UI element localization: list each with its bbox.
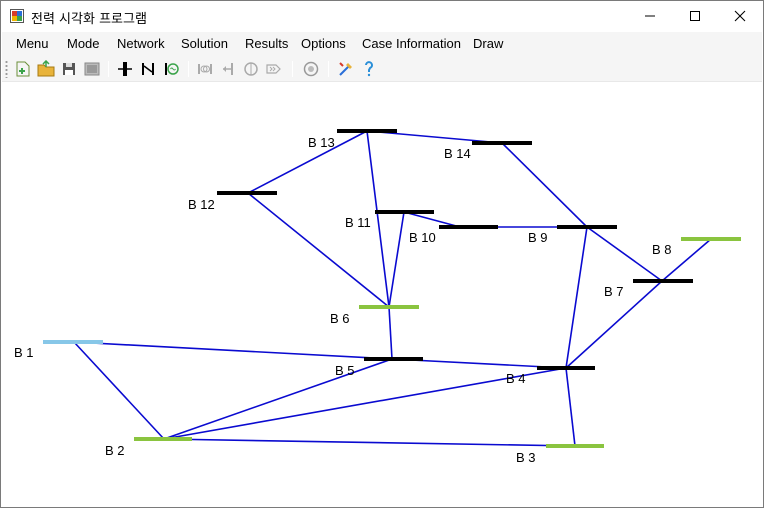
tools-icon[interactable]: [337, 60, 355, 78]
bus-b9-label: B 9: [528, 230, 548, 245]
bus-b4-label: B 4: [506, 371, 526, 386]
open-folder-icon[interactable]: [37, 60, 55, 78]
app-icon: [10, 9, 24, 23]
menu-menu[interactable]: Menu: [16, 36, 49, 51]
toolbar-separator: [292, 61, 293, 77]
close-button[interactable]: [717, 1, 763, 31]
menu-bar: Menu Mode Network Solution Results Optio…: [2, 32, 762, 56]
shunt-icon[interactable]: [242, 60, 260, 78]
branch-b1-b2[interactable]: [73, 341, 165, 440]
bus-b6-label: B 6: [330, 311, 350, 326]
bus-b13-label: B 13: [308, 135, 335, 150]
branch-b5-b6[interactable]: [388, 306, 393, 360]
bus-b2-label: B 2: [105, 443, 125, 458]
bus-b12-label: B 12: [188, 197, 215, 212]
bus-b11-label: B 11: [345, 215, 371, 230]
bus-icon[interactable]: [116, 60, 134, 78]
line-icon[interactable]: [139, 60, 157, 78]
load-icon[interactable]: [219, 60, 237, 78]
close-icon: [734, 10, 746, 22]
menu-mode[interactable]: Mode: [67, 36, 100, 51]
branch-b4-b9[interactable]: [565, 226, 588, 369]
bus-b8-label: B 8: [652, 242, 672, 257]
menu-solution[interactable]: Solution: [181, 36, 228, 51]
generator-icon[interactable]: [162, 60, 180, 78]
branch-b7-b9[interactable]: [586, 226, 663, 282]
branch-b9-b14[interactable]: [501, 142, 588, 228]
title-bar: 전력 시각화 프로그램: [1, 1, 763, 31]
branch-b6-b11[interactable]: [388, 211, 405, 308]
network-canvas[interactable]: B 1 B 2 B 3 B 4 B 5 B 6 B 7 B 8 B 9 B 10 B 11 B 12 B…: [2, 83, 762, 507]
branch-b2-b5[interactable]: [163, 358, 393, 440]
toolbar-grip[interactable]: [5, 60, 8, 78]
toolbar: [2, 56, 762, 82]
transformer-icon[interactable]: [196, 60, 214, 78]
app-window: 전력 시각화 프로그램 Menu Mode Network Solution R…: [0, 0, 764, 508]
branch-b3-b4[interactable]: [565, 367, 576, 447]
switch-icon[interactable]: [265, 60, 283, 78]
bus-b7-label: B 7: [604, 284, 624, 299]
maximize-button[interactable]: [672, 1, 718, 31]
save-icon[interactable]: [60, 60, 78, 78]
help-icon[interactable]: [360, 60, 378, 78]
branch-b10-b11[interactable]: [403, 211, 461, 228]
bus-b5-label: B 5: [335, 363, 355, 378]
minimize-button[interactable]: [627, 1, 673, 31]
window-title: 전력 시각화 프로그램: [31, 12, 147, 27]
bus-b10-label: B 10: [409, 230, 436, 245]
new-file-icon[interactable]: [14, 60, 32, 78]
bus-b3-label: B 3: [516, 450, 536, 465]
branch-b2-b3[interactable]: [163, 438, 576, 447]
bus-b14-label: B 14: [444, 146, 471, 161]
settings-icon[interactable]: [302, 60, 320, 78]
menu-case-information[interactable]: Case Information: [362, 36, 461, 51]
menu-network[interactable]: Network: [117, 36, 165, 51]
branch-b6-b12[interactable]: [247, 192, 390, 308]
minimize-icon: [645, 15, 655, 17]
image-icon[interactable]: [83, 60, 101, 78]
maximize-icon: [690, 11, 700, 21]
toolbar-separator: [108, 61, 109, 77]
menu-options[interactable]: Options: [301, 36, 346, 51]
menu-results[interactable]: Results: [245, 36, 288, 51]
menu-draw[interactable]: Draw: [473, 36, 503, 51]
toolbar-separator: [328, 61, 329, 77]
toolbar-separator: [188, 61, 189, 77]
branch-b1-b5[interactable]: [73, 341, 393, 360]
bus-b1-label: B 1: [14, 345, 34, 360]
